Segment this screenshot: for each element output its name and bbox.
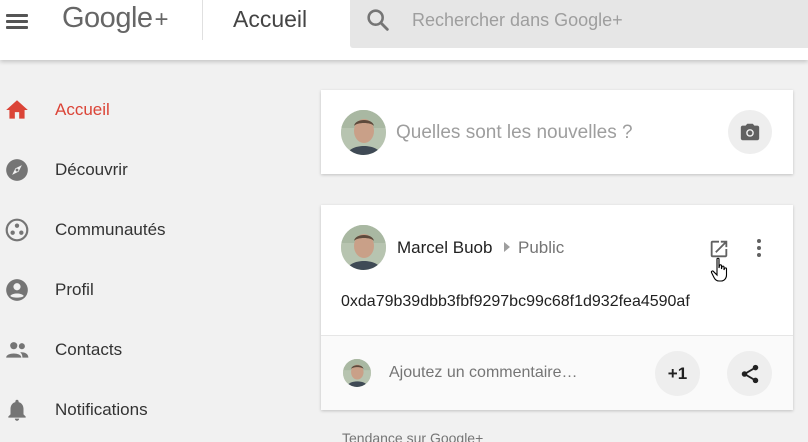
sidebar-item-label: Communautés [55, 220, 166, 239]
compose-prompt[interactable]: Quelles sont les nouvelles ? [396, 122, 633, 144]
sidebar-item-label: Notifications [55, 400, 148, 419]
sidebar-item-label: Découvrir [55, 160, 128, 179]
page-title: Accueil [233, 6, 308, 32]
chevron-right-icon [504, 242, 510, 252]
google-plus-logo[interactable]: Google+ [62, 2, 169, 35]
sidebar-item-label: Contacts [55, 340, 123, 359]
search-bar[interactable] [350, 0, 808, 48]
sidebar: Accueil Découvrir Communautés Profil Con… [0, 80, 300, 440]
sidebar-item-notifications[interactable]: Notifications [0, 380, 300, 440]
compass-icon [6, 159, 28, 181]
top-bar: Google+ Accueil [0, 0, 808, 60]
plus-one-button[interactable]: +1 [655, 351, 700, 396]
post-content: 0xda79b39dbb3fbf9297bc99c68f1d932fea4590… [341, 293, 690, 310]
comment-input[interactable] [389, 360, 649, 386]
sidebar-item-decouvrir[interactable]: Découvrir [0, 140, 300, 200]
communities-icon [5, 218, 29, 242]
sidebar-item-contacts[interactable]: Contacts [0, 320, 300, 380]
search-icon[interactable] [364, 6, 392, 34]
search-input[interactable] [412, 0, 792, 40]
post-card: Marcel Buob Public 0xda79b39dbb3fbf9297b… [321, 205, 793, 410]
logo-plus: + [154, 6, 169, 33]
trending-heading: Tendance sur Google+ [342, 430, 484, 442]
share-icon [741, 364, 758, 383]
sidebar-item-accueil[interactable]: Accueil [0, 80, 300, 140]
post-footer: +1 [321, 336, 793, 410]
post-visibility[interactable]: Public [518, 238, 564, 258]
profile-icon [6, 279, 28, 301]
more-vert-icon[interactable] [751, 237, 767, 259]
avatar [343, 359, 371, 387]
logo-text: Google [62, 2, 153, 34]
avatar [341, 110, 386, 155]
bell-icon [8, 399, 26, 421]
sidebar-item-profil[interactable]: Profil [0, 260, 300, 320]
header-divider [202, 0, 203, 40]
author-name[interactable]: Marcel Buob [397, 238, 492, 258]
camera-icon [740, 123, 760, 141]
add-photo-button[interactable] [728, 110, 772, 154]
people-icon [6, 342, 29, 358]
menu-icon[interactable] [4, 8, 30, 34]
hand-cursor-icon [710, 257, 728, 282]
sidebar-item-label: Profil [55, 280, 94, 299]
compose-card[interactable]: Quelles sont les nouvelles ? [321, 90, 793, 174]
share-button[interactable] [727, 351, 772, 396]
home-icon [6, 100, 28, 119]
author-avatar[interactable] [341, 225, 386, 270]
sidebar-item-label: Accueil [55, 100, 110, 119]
sidebar-item-communautes[interactable]: Communautés [0, 200, 300, 260]
